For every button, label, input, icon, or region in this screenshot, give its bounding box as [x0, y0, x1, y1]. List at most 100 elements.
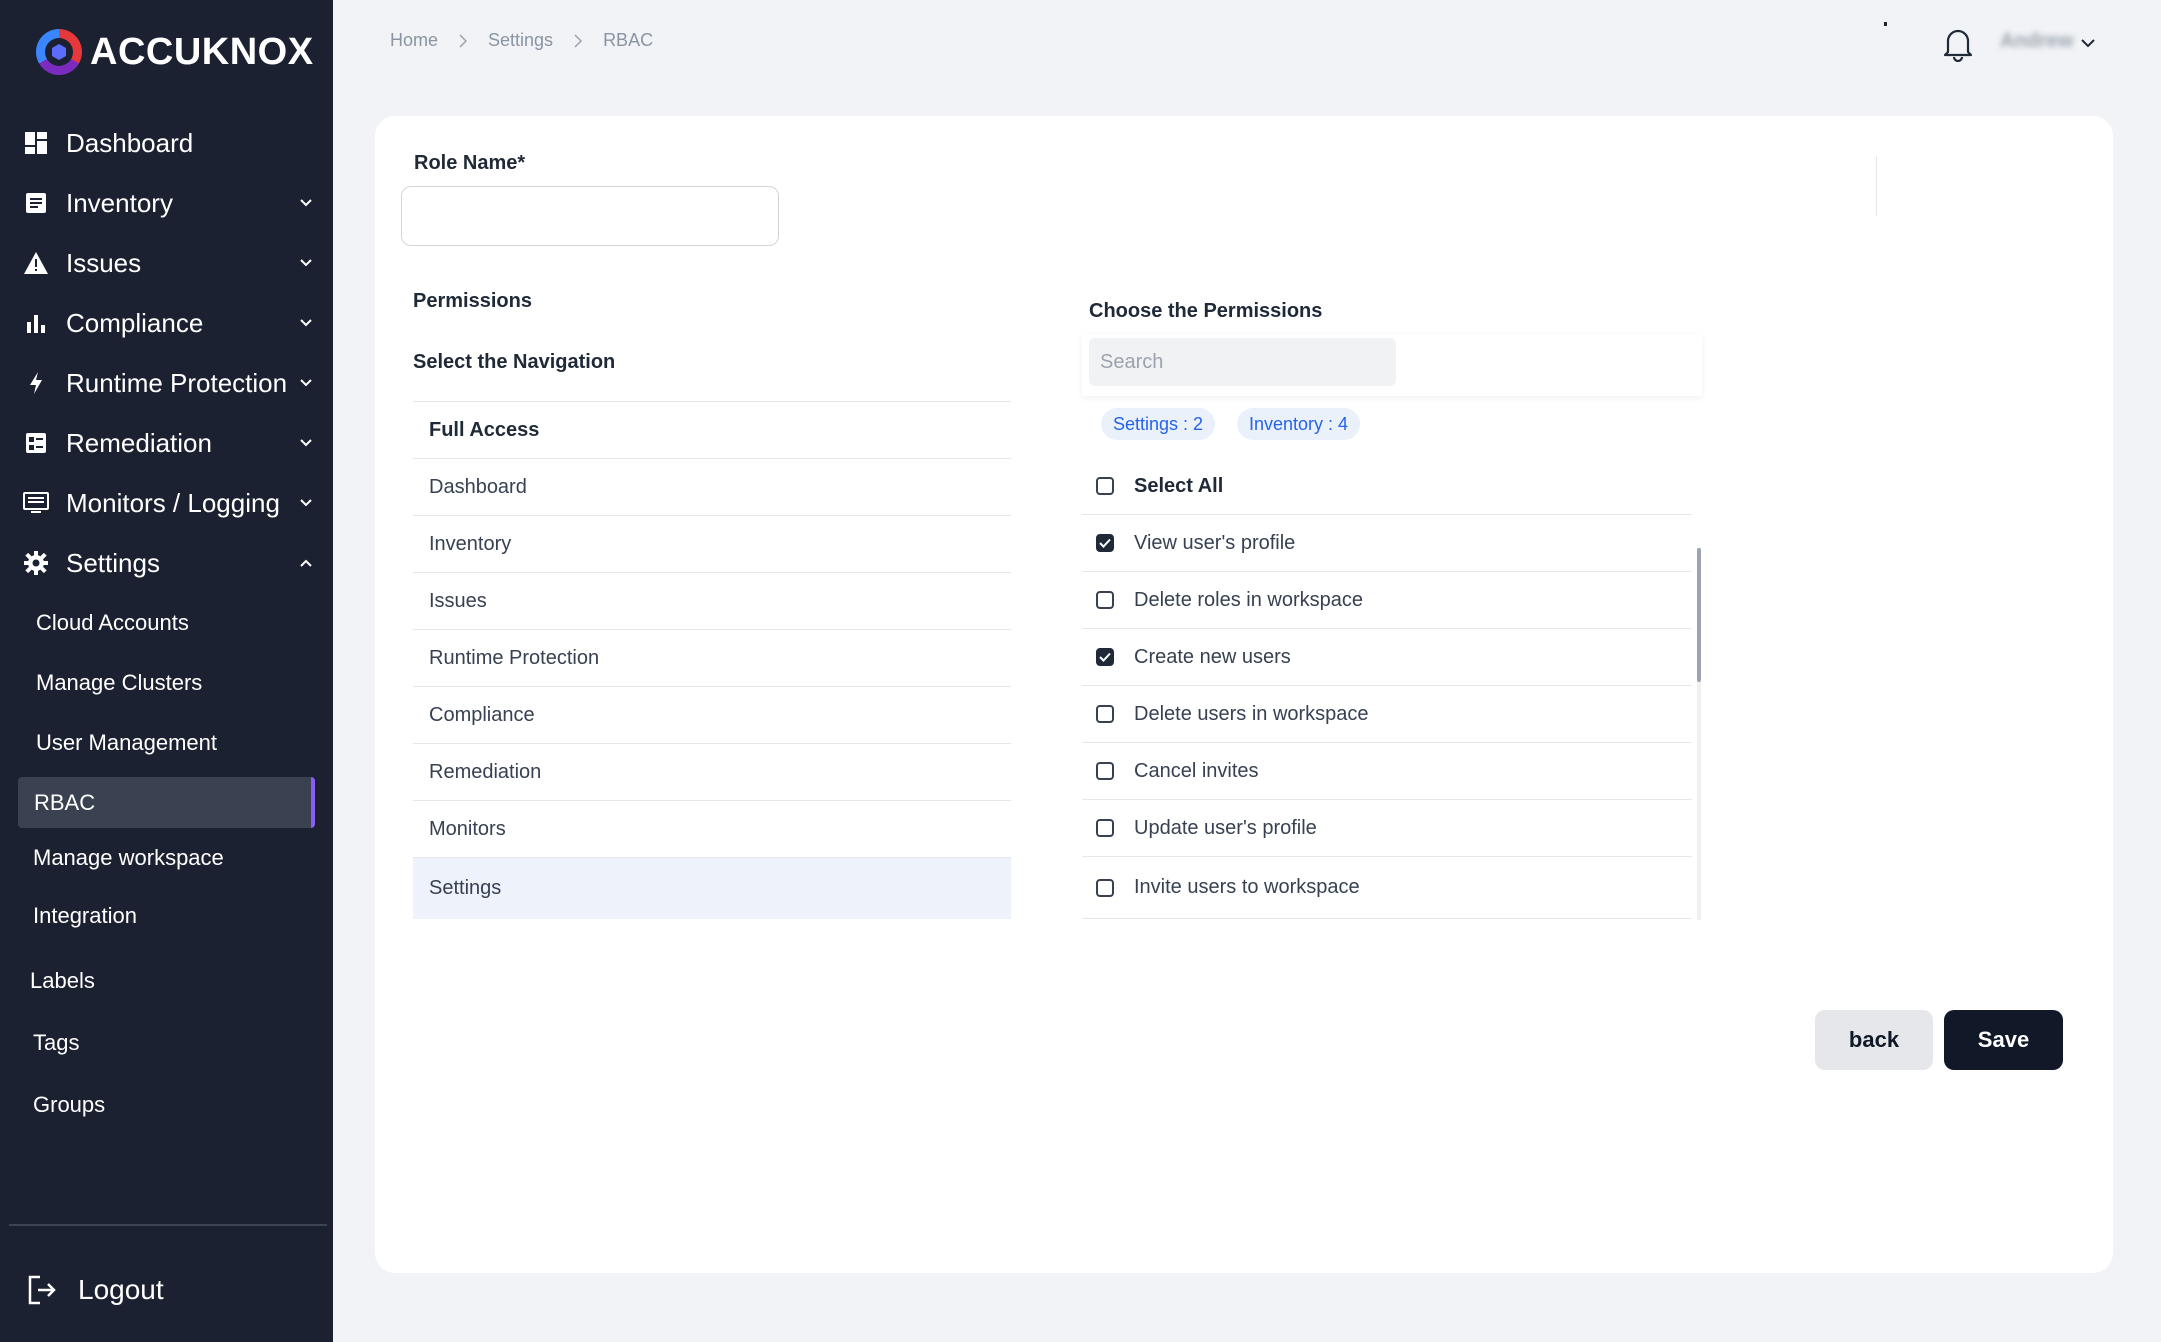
permission-checkbox[interactable] [1096, 819, 1114, 837]
back-button[interactable]: back [1815, 1010, 1933, 1070]
sidebar-item-monitors-logging[interactable]: Monitors / Logging [0, 477, 333, 529]
sidebar-item-inventory[interactable]: Inventory [0, 177, 333, 229]
nav-option-full-access[interactable]: Full Access [413, 401, 1011, 458]
permissions-list: Select All View user's profile Delete ro… [1082, 458, 1692, 919]
sidebar-item-runtime-protection[interactable]: Runtime Protection [0, 357, 333, 409]
nav-option-inventory[interactable]: Inventory [413, 515, 1011, 572]
vertical-divider [1876, 156, 1877, 216]
sidebar-item-label: Compliance [66, 307, 204, 338]
select-navigation-label: Select the Navigation [413, 351, 616, 373]
sidebar-item-dashboard[interactable]: Dashboard [0, 117, 333, 169]
permission-label: Invite users to workspace [1134, 876, 1360, 898]
select-all-checkbox[interactable] [1096, 477, 1114, 495]
nav-option-dashboard[interactable]: Dashboard [413, 458, 1011, 515]
permissions-scrollbar-thumb[interactable] [1697, 548, 1701, 682]
permission-checkbox[interactable] [1096, 534, 1114, 552]
chevron-down-icon [300, 199, 312, 207]
sidebar-item-label: Settings [66, 547, 160, 578]
permission-label: Cancel invites [1134, 759, 1259, 782]
permission-checkbox[interactable] [1096, 878, 1114, 897]
permission-checkbox[interactable] [1096, 705, 1114, 723]
sidebar-item-label: Monitors / Logging [66, 487, 280, 518]
sidebar-item-label: Runtime Protection [66, 367, 288, 398]
permission-checkbox[interactable] [1096, 648, 1114, 666]
check-icon [1099, 538, 1111, 548]
save-button[interactable]: Save [1944, 1010, 2063, 1070]
nav-option-remediation[interactable]: Remediation [413, 743, 1011, 800]
check-icon [1099, 652, 1111, 662]
permission-label: View user's profile [1134, 531, 1296, 554]
nav-option-compliance[interactable]: Compliance [413, 686, 1011, 743]
permission-row[interactable]: Update user's profile [1082, 800, 1692, 857]
navigation-list: Full Access Dashboard Inventory Issues R… [413, 401, 1011, 919]
logo-text: ACCUKNOX [90, 30, 314, 73]
permissions-label: Permissions [413, 290, 532, 312]
permission-search-input[interactable] [1089, 338, 1396, 386]
chip-inventory-count[interactable]: Inventory : 4 [1237, 408, 1361, 440]
nav-option-monitors[interactable]: Monitors [413, 800, 1011, 857]
sidebar-item-label: Dashboard [66, 127, 194, 158]
logout-button[interactable]: Logout [0, 1264, 333, 1316]
sidebar-item-label: Issues [66, 247, 142, 278]
select-all-row[interactable]: Select All [1082, 458, 1692, 515]
gear-icon [22, 549, 50, 577]
permission-row[interactable]: View user's profile [1082, 515, 1692, 572]
breadcrumb: Home Settings RBAC [390, 30, 653, 51]
accuknox-logo[interactable]: ACCUKNOX [36, 26, 314, 78]
sidebar-subitem-groups[interactable]: Groups [33, 1080, 333, 1130]
chip-settings-count[interactable]: Settings : 2 [1101, 408, 1216, 440]
user-name[interactable]: Andrew [2000, 30, 2073, 53]
permission-label: Delete users in workspace [1134, 702, 1369, 725]
permission-label: Create new users [1134, 645, 1291, 668]
sidebar-item-remediation[interactable]: Remediation [0, 417, 333, 469]
choose-permissions-label: Choose the Permissions [1089, 300, 1323, 322]
logo-icon [36, 29, 82, 75]
inventory-icon [22, 189, 50, 217]
breadcrumb-home[interactable]: Home [390, 30, 438, 51]
nav-option-issues[interactable]: Issues [413, 572, 1011, 629]
sidebar-item-compliance[interactable]: Compliance [0, 297, 333, 349]
sidebar-subitem-rbac[interactable]: RBAC [18, 777, 315, 828]
permission-row[interactable]: Delete users in workspace [1082, 686, 1692, 743]
chevron-down-icon [300, 499, 312, 507]
permission-label: Update user's profile [1134, 816, 1317, 839]
sidebar-subitem-manage-workspace[interactable]: Manage workspace [33, 833, 333, 883]
bolt-icon [22, 369, 50, 397]
remediation-icon [22, 429, 50, 457]
permission-row[interactable]: Delete roles in workspace [1082, 572, 1692, 629]
permission-row[interactable]: Create new users [1082, 629, 1692, 686]
chevron-right-icon [574, 33, 583, 48]
permission-checkbox[interactable] [1096, 762, 1114, 780]
permission-label: Delete roles in workspace [1134, 588, 1363, 611]
logout-label: Logout [78, 1274, 164, 1305]
chevron-right-icon [459, 33, 468, 48]
chevron-down-icon [300, 379, 312, 387]
nav-option-settings[interactable]: Settings [413, 857, 1011, 919]
permission-row[interactable]: Invite users to workspace [1082, 857, 1692, 919]
monitor-icon [22, 489, 50, 517]
breadcrumb-settings[interactable]: Settings [488, 30, 553, 51]
role-name-input[interactable] [401, 186, 779, 246]
chevron-down-icon[interactable] [2080, 36, 2096, 50]
permission-checkbox[interactable] [1096, 591, 1114, 609]
chevron-up-icon [300, 559, 312, 567]
select-all-label: Select All [1134, 474, 1224, 497]
sidebar-subitem-integration[interactable]: Integration [33, 891, 333, 941]
sidebar-item-issues[interactable]: Issues [0, 237, 333, 289]
chevron-down-icon [300, 319, 312, 327]
sidebar-subitem-labels[interactable]: Labels [30, 956, 330, 1006]
sidebar-subitem-cloud-accounts[interactable]: Cloud Accounts [36, 598, 336, 648]
sidebar-item-settings[interactable]: Settings [0, 537, 333, 589]
bell-icon[interactable] [1942, 26, 1974, 62]
sidebar-subitem-user-management[interactable]: User Management [36, 718, 336, 768]
sidebar-subitem-tags[interactable]: Tags [33, 1018, 333, 1068]
sidebar-subitem-manage-clusters[interactable]: Manage Clusters [36, 658, 336, 708]
dashboard-icon [22, 129, 50, 157]
decorative-dot [1884, 22, 1887, 26]
chevron-down-icon [300, 259, 312, 267]
sidebar-item-label: Remediation [66, 427, 212, 458]
nav-option-runtime-protection[interactable]: Runtime Protection [413, 629, 1011, 686]
bar-chart-icon [22, 309, 50, 337]
role-name-label: Role Name* [414, 152, 526, 174]
permission-row[interactable]: Cancel invites [1082, 743, 1692, 800]
